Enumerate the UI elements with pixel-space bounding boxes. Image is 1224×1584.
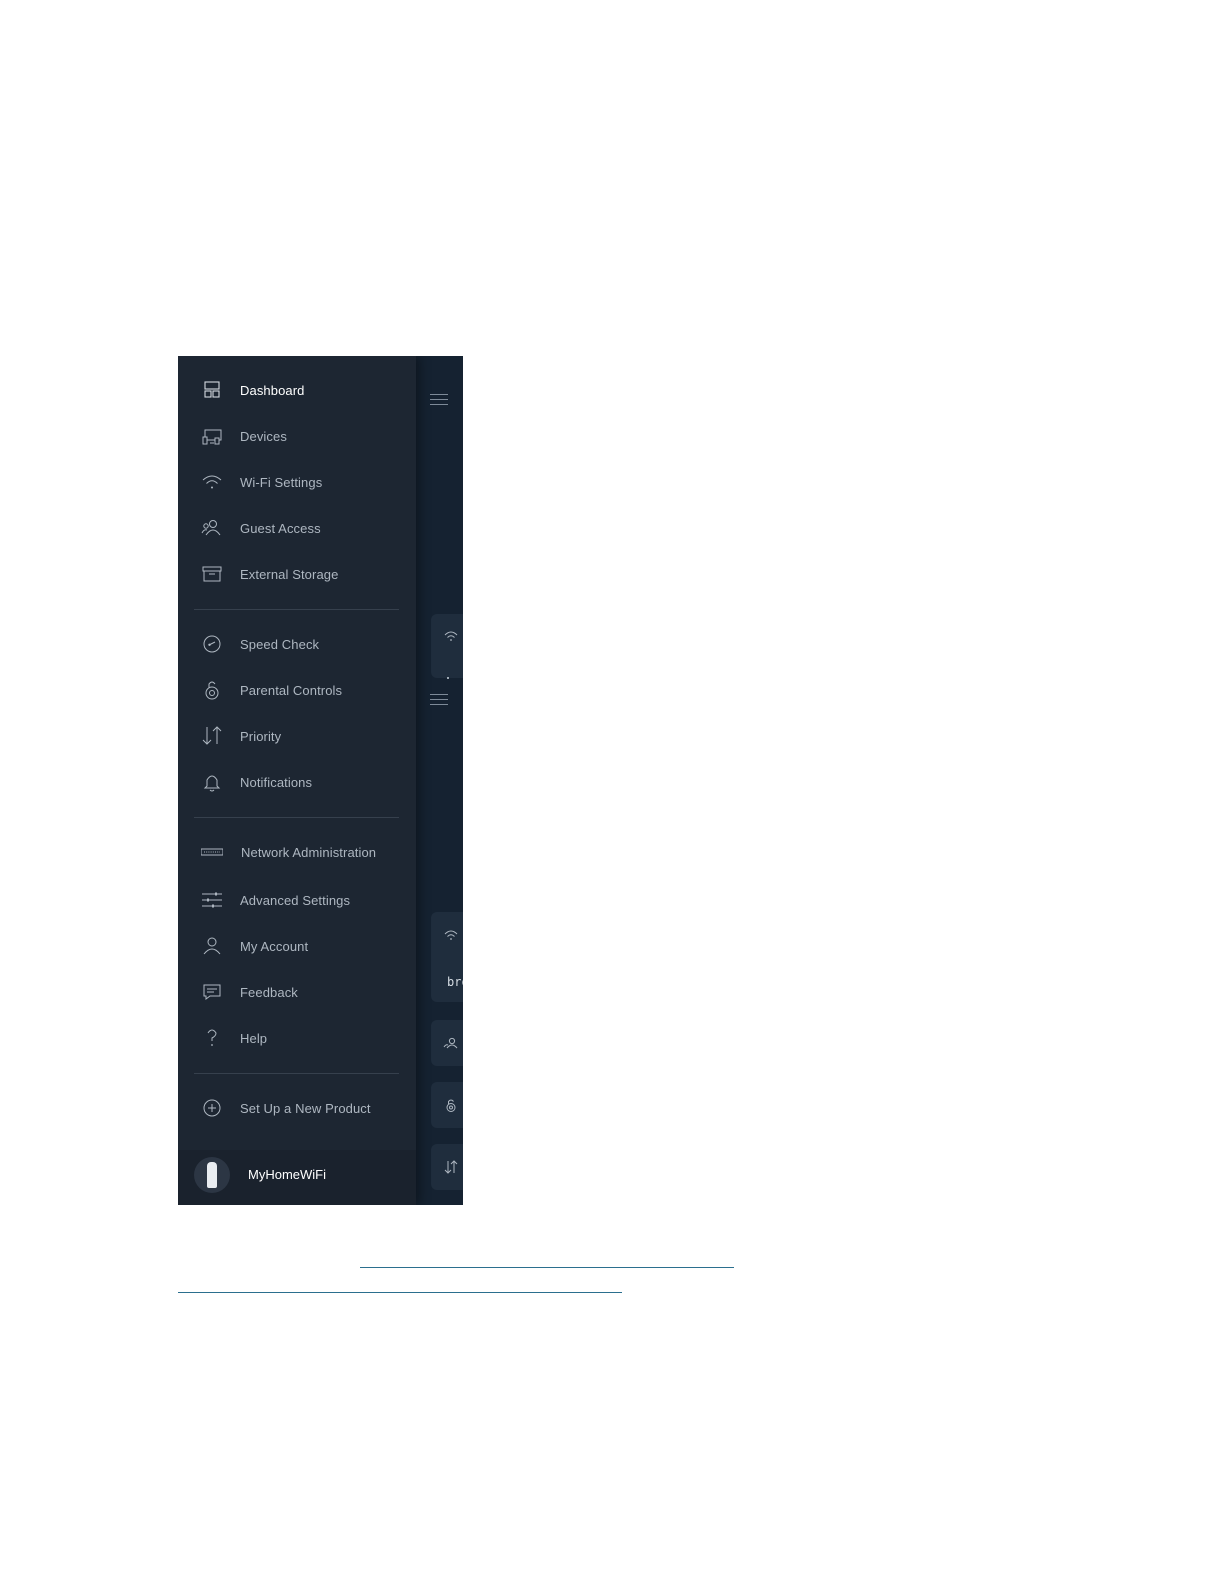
velop-node-icon <box>194 1157 230 1193</box>
menu-item-label: Notifications <box>240 774 313 790</box>
person-icon <box>200 935 224 957</box>
guest-card[interactable] <box>431 1020 463 1066</box>
chat-bubble-icon <box>200 981 224 1003</box>
wifi-icon <box>444 930 458 940</box>
menu-item-help[interactable]: Help <box>178 1018 416 1058</box>
menu-item-label: Devices <box>240 428 287 444</box>
navigation-drawer: Dashboard Devices Wi-Fi Settings Guest A… <box>178 356 416 1205</box>
menu-item-label: Guest Access <box>240 520 321 536</box>
plus-circle-icon <box>200 1097 224 1119</box>
menu-item-guest-access[interactable]: Guest Access <box>178 508 416 548</box>
menu-item-speed-check[interactable]: Speed Check <box>178 624 416 664</box>
lock-icon <box>200 679 224 701</box>
network-selector[interactable]: MyHomeWiFi <box>178 1150 416 1205</box>
wifi-card[interactable] <box>431 614 463 678</box>
question-icon <box>200 1027 224 1049</box>
menu-item-label: Help <box>240 1030 268 1046</box>
menu-item-feedback[interactable]: Feedback <box>178 972 416 1012</box>
parental-card[interactable] <box>431 1082 463 1128</box>
dashboard-icon <box>200 379 224 401</box>
menu-item-advanced-settings[interactable]: Advanced Settings <box>178 880 416 920</box>
menu-item-label: Feedback <box>240 984 298 1000</box>
bell-icon <box>200 771 224 793</box>
menu-hamburger-icon[interactable] <box>430 394 448 406</box>
menu-divider <box>194 817 399 818</box>
menu-item-priority[interactable]: Priority <box>178 716 416 756</box>
sliders-icon <box>200 889 224 911</box>
priority-arrows-icon <box>444 1160 458 1174</box>
menu-item-my-account[interactable]: My Account <box>178 926 416 966</box>
menu-item-label: Priority <box>240 728 282 744</box>
priority-card[interactable] <box>431 1144 463 1190</box>
menu-item-network-administration[interactable]: Network Administration <box>178 832 416 872</box>
menu-item-label: Wi-Fi Settings <box>240 474 323 490</box>
menu-item-parental-controls[interactable]: Parental Controls <box>178 670 416 710</box>
devices-icon <box>200 425 224 447</box>
router-icon <box>200 841 224 863</box>
menu-divider <box>194 609 399 610</box>
network-name: MyHomeWiFi <box>248 1167 326 1182</box>
menu-divider <box>194 1073 399 1074</box>
network-name-text: bro <box>447 975 463 989</box>
app-screenshot: bro Dashboard <box>178 356 463 1205</box>
menu-hamburger-icon[interactable] <box>430 694 448 706</box>
menu-item-external-storage[interactable]: External Storage <box>178 554 416 594</box>
menu-item-dashboard[interactable]: Dashboard <box>178 370 416 410</box>
storage-icon <box>200 563 224 585</box>
priority-arrows-icon <box>200 725 224 747</box>
menu-item-label: Parental Controls <box>240 682 343 698</box>
speedometer-icon <box>200 633 224 655</box>
menu-item-label: Speed Check <box>240 636 320 652</box>
menu-item-devices[interactable]: Devices <box>178 416 416 456</box>
menu-item-wifi-settings[interactable]: Wi-Fi Settings <box>178 462 416 502</box>
guest-icon <box>200 517 224 539</box>
link-underline[interactable] <box>360 1267 734 1268</box>
wifi-icon <box>444 631 458 641</box>
menu-item-label: My Account <box>240 938 309 954</box>
menu-item-label: Dashboard <box>240 382 305 398</box>
menu-item-label: External Storage <box>240 566 339 582</box>
menu-item-label: Set Up a New Product <box>240 1100 371 1116</box>
link-underline[interactable] <box>178 1292 622 1293</box>
status-dot <box>447 677 449 679</box>
guest-icon <box>443 1037 458 1049</box>
menu-item-label: Network Administration <box>241 844 377 860</box>
menu-item-label: Advanced Settings <box>240 892 351 908</box>
wifi-icon <box>200 471 224 493</box>
menu-item-set-up-new-product[interactable]: Set Up a New Product <box>178 1088 416 1128</box>
menu-item-notifications[interactable]: Notifications <box>178 762 416 802</box>
lock-icon <box>446 1099 456 1112</box>
